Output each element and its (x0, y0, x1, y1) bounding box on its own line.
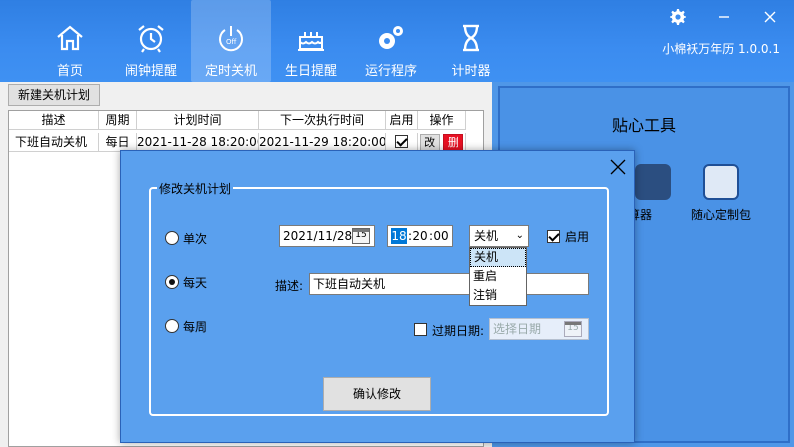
radio-daily-label: 每天 (183, 276, 208, 290)
nav-home-label: 首页 (56, 64, 83, 79)
radio-once[interactable] (165, 231, 179, 245)
expire-placeholder: 选择日期 (493, 322, 542, 336)
birthday-cake-icon (298, 32, 324, 51)
nav-run-program[interactable]: 运行程序 (351, 0, 431, 82)
close-icon (764, 11, 776, 23)
time-hour[interactable]: 18 (391, 228, 407, 244)
nav-shutdown[interactable]: Off 定时关机 (191, 0, 271, 82)
gears-icon (379, 26, 403, 49)
title-bar: 首页 闹钟提醒 Off 定时关机 生日提醒 运行程序 计时器 小棉袄万年历 1.… (0, 0, 794, 82)
nav-home[interactable]: 首页 (30, 0, 110, 82)
table-header: 描述 周期 计划时间 下一次执行时间 启用 操作 (9, 111, 466, 130)
calculator-icon (635, 164, 671, 200)
column-header[interactable]: 周期 (99, 111, 137, 130)
radio-daily[interactable] (165, 275, 179, 289)
svg-text:Off: Off (226, 38, 237, 46)
action-selected: 关机 (474, 229, 499, 243)
dialog-enabled-checkbox[interactable] (547, 230, 560, 243)
nav-timer[interactable]: 计时器 (431, 0, 511, 82)
close-window-button[interactable] (758, 6, 782, 28)
action-dropdown-list: 关机 重启 注销 (469, 247, 527, 306)
nav-birthday[interactable]: 生日提醒 (271, 0, 351, 82)
new-plan-button[interactable]: 新建关机计划 (8, 84, 100, 106)
date-value: 2021/11/28 (283, 229, 353, 243)
radio-once-label: 单次 (183, 232, 208, 246)
radio-weekly-label: 每周 (183, 320, 208, 334)
group-title: 修改关机计划 (157, 180, 234, 197)
chevron-down-icon: ⌄ (515, 230, 524, 241)
nav-shutdown-label: 定时关机 (204, 64, 257, 79)
hourglass-icon (463, 24, 479, 52)
delete-button[interactable]: 删 (443, 134, 464, 151)
expire-checkbox[interactable] (414, 323, 427, 336)
column-header[interactable]: 下一次执行时间 (259, 111, 386, 130)
expire-date-picker[interactable]: 选择日期 15 (489, 318, 589, 340)
tool-custom-package-label: 随心定制包 (690, 208, 751, 222)
edit-plan-dialog: 修改关机计划 单次 每天 每周 2021/11/28 15 18 : 20 : … (120, 150, 635, 443)
minimize-icon (719, 16, 729, 18)
nav-timer-label: 计时器 (451, 64, 491, 79)
radio-weekly[interactable] (165, 319, 179, 333)
calendar-icon[interactable]: 15 (352, 228, 370, 244)
nav-alarm[interactable]: 闹钟提醒 (111, 0, 191, 82)
enabled-checkbox[interactable] (395, 135, 408, 148)
nav-birthday-label: 生日提醒 (284, 64, 337, 79)
settings-button[interactable] (666, 6, 690, 28)
tool-custom-package[interactable]: 随心定制包 (676, 164, 766, 223)
edit-button[interactable]: 改 (419, 134, 440, 151)
column-header[interactable]: 操作 (418, 111, 466, 130)
action-option-logoff[interactable]: 注销 (470, 286, 526, 305)
action-option-shutdown[interactable]: 关机 (470, 248, 526, 267)
power-off-icon: Off (219, 26, 243, 52)
time-picker[interactable]: 18 : 20 : 00 (387, 225, 453, 247)
home-icon (57, 25, 83, 51)
gear-icon (670, 9, 686, 25)
cell-desc: 下班自动关机 (9, 133, 99, 152)
time-minute[interactable]: 20 (412, 228, 428, 244)
tools-title: 贴心工具 (611, 116, 676, 135)
calendar-icon[interactable]: 15 (564, 321, 582, 337)
dialog-enabled-label: 启用 (565, 230, 590, 244)
app-version: 小棉袄万年历 1.0.0.1 (662, 42, 780, 56)
alarm-clock-icon (138, 25, 164, 53)
expire-label: 过期日期: (432, 324, 485, 338)
time-second[interactable]: 00 (433, 228, 449, 244)
column-header[interactable]: 计划时间 (137, 111, 259, 130)
action-option-restart[interactable]: 重启 (470, 267, 526, 286)
column-header[interactable]: 启用 (386, 111, 418, 130)
dialog-close-icon[interactable] (608, 157, 628, 177)
custom-package-icon (703, 164, 739, 200)
nav-alarm-label: 闹钟提醒 (124, 64, 177, 79)
desc-input[interactable]: 下班自动关机 (309, 273, 589, 295)
action-select[interactable]: 关机 ⌄ (469, 225, 529, 247)
minimize-button[interactable] (712, 6, 736, 28)
confirm-button[interactable]: 确认修改 (323, 377, 431, 411)
date-picker[interactable]: 2021/11/28 15 (279, 225, 375, 247)
column-header[interactable]: 描述 (9, 111, 99, 130)
nav-run-program-label: 运行程序 (364, 64, 417, 79)
desc-label: 描述: (275, 279, 304, 293)
